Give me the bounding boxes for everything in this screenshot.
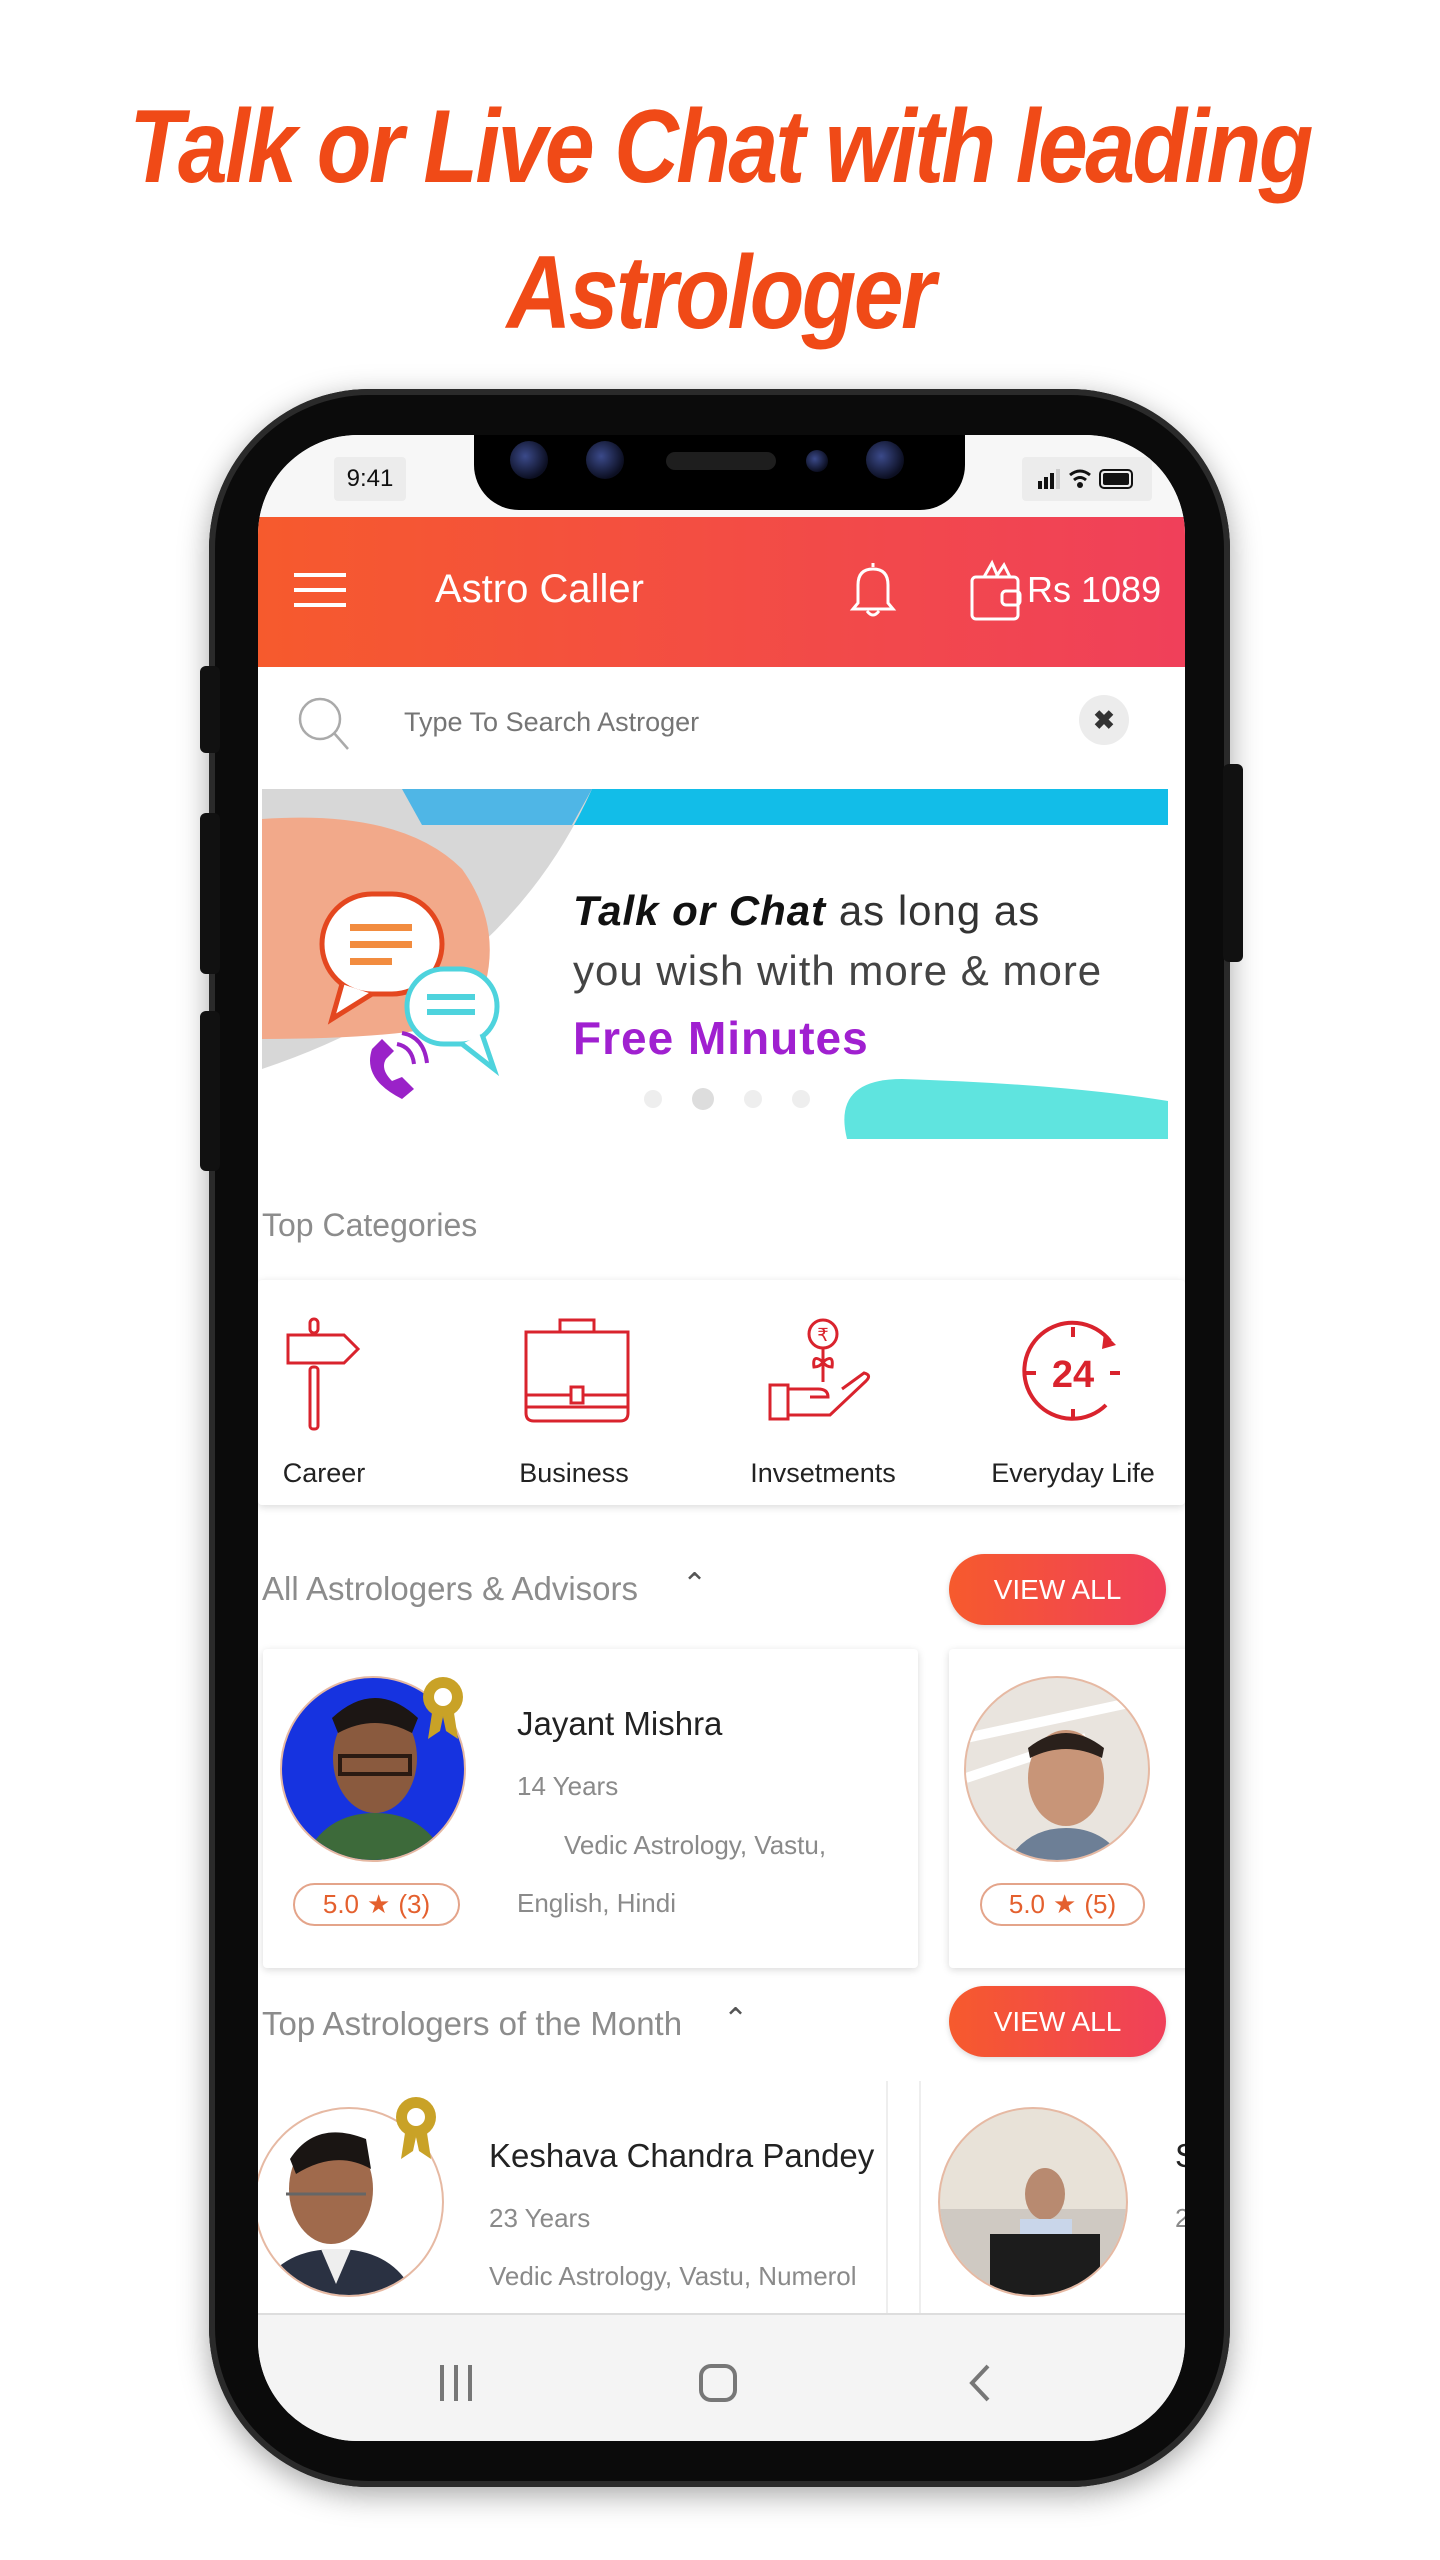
briefcase-icon[interactable] bbox=[522, 1317, 632, 1432]
review-count: (3) bbox=[398, 1889, 431, 1919]
phone-side-button bbox=[200, 666, 220, 753]
carousel-dot-active[interactable] bbox=[692, 1088, 714, 1110]
headline-line1: Talk or Live Chat with leading bbox=[129, 89, 1313, 205]
top-astrologer-card[interactable]: Keshava Chandra Pandey 23 Years Vedic As… bbox=[258, 2081, 888, 2313]
clear-search-button[interactable]: ✖ bbox=[1079, 695, 1129, 745]
system-nav-bar bbox=[258, 2313, 1185, 2441]
star-icon: ★ bbox=[367, 1889, 391, 1919]
camera-icon bbox=[586, 441, 624, 479]
sensor-icon bbox=[806, 450, 828, 472]
top-categories-title: Top Categories bbox=[262, 1207, 478, 1243]
recent-apps-icon[interactable] bbox=[436, 2363, 476, 2403]
award-badge-icon bbox=[396, 2097, 436, 2159]
carousel-dots bbox=[644, 1088, 810, 1110]
astrologer-card[interactable]: 5.0 ★ (3) Jayant Mishra 14 Years Vedic Ast… bbox=[263, 1649, 918, 1968]
category-business[interactable]: Business bbox=[449, 1458, 699, 1489]
svg-text:24: 24 bbox=[1052, 1354, 1094, 1396]
review-count: (5) bbox=[1084, 1889, 1117, 1919]
star-icon: ★ bbox=[1053, 1889, 1077, 1919]
signpost-icon[interactable] bbox=[284, 1317, 364, 1432]
astrologer-card[interactable]: 5.0 ★ (5) bbox=[949, 1649, 1185, 1968]
phone-screen: 9:41 Astro Caller Rs 1089 ✖ bbox=[258, 435, 1185, 2441]
wallet-icon[interactable] bbox=[968, 557, 1026, 623]
rating-pill: 5.0 ★ (5) bbox=[980, 1883, 1145, 1926]
camera-icon bbox=[866, 441, 904, 479]
banner-highlight: Free Minutes bbox=[573, 1012, 869, 1064]
astrologer-languages: English, Hindi bbox=[517, 1888, 676, 1918]
astrologer-skills: Vedic Astrology, Vastu, bbox=[564, 1830, 827, 1860]
phone-volume-down bbox=[200, 1011, 220, 1171]
category-career[interactable]: Career bbox=[258, 1458, 449, 1489]
status-time: 9:41 bbox=[334, 457, 406, 501]
home-icon[interactable] bbox=[698, 2363, 738, 2403]
top-astrologers-title: Top Astrologers of the Month bbox=[262, 2005, 683, 2042]
speaker-grille bbox=[666, 452, 776, 470]
app-title: Astro Caller bbox=[435, 567, 644, 611]
app-header: Astro Caller Rs 1089 bbox=[258, 517, 1185, 667]
money-plant-hand-icon[interactable]: ₹ bbox=[768, 1317, 878, 1432]
view-all-astrologers-button[interactable]: VIEW ALL bbox=[949, 1554, 1166, 1625]
banner-bold-text: Talk or Chat bbox=[573, 887, 827, 934]
promo-banner[interactable]: Talk or Chat as long as you wish with mo… bbox=[262, 789, 1168, 1139]
back-icon[interactable] bbox=[964, 2363, 996, 2403]
person-photo bbox=[940, 2168, 1126, 2295]
phone-volume-up bbox=[200, 813, 220, 974]
category-investments[interactable]: Invsetments bbox=[698, 1458, 948, 1489]
status-icons bbox=[1022, 457, 1152, 501]
rating-value: 5.0 bbox=[1008, 1889, 1046, 1919]
bell-icon[interactable] bbox=[848, 559, 898, 621]
notch bbox=[474, 435, 965, 510]
avatar bbox=[938, 2107, 1128, 2297]
astrologer-experience: 14 Years bbox=[517, 1771, 619, 1801]
top-astrologer-card[interactable]: S 2 bbox=[919, 2081, 1185, 2313]
all-astrologers-title: All Astrologers & Advisors bbox=[262, 1570, 638, 1607]
carousel-dot[interactable] bbox=[744, 1090, 762, 1108]
search-bar[interactable]: ✖ bbox=[258, 667, 1185, 777]
banner-line2: you wish with more & more bbox=[573, 947, 1103, 994]
collapse-chevron-icon[interactable]: ⌃ bbox=[723, 2002, 748, 2037]
astrologer-skills: Vedic Astrology, Vastu, Numerol bbox=[489, 2261, 857, 2291]
search-input[interactable] bbox=[404, 697, 1004, 747]
award-badge-icon bbox=[423, 1677, 463, 1739]
phone-power-button bbox=[1223, 764, 1243, 962]
signal-wifi-battery-icon bbox=[1038, 469, 1133, 489]
astrologer-name: Keshava Chandra Pandey bbox=[489, 2137, 875, 2174]
banner-line1-rest: as long as bbox=[826, 887, 1041, 934]
wallet-balance[interactable]: Rs 1089 bbox=[1027, 569, 1161, 611]
24-hours-icon[interactable]: 24 bbox=[1020, 1317, 1130, 1432]
astrologer-name: Jayant Mishra bbox=[517, 1705, 723, 1742]
view-all-top-astrologers-button[interactable]: VIEW ALL bbox=[949, 1986, 1166, 2057]
astrologer-experience: 23 Years bbox=[489, 2203, 591, 2233]
rating-pill: 5.0 ★ (3) bbox=[293, 1883, 460, 1926]
rating-value: 5.0 bbox=[322, 1889, 360, 1919]
astrologer-name-partial: S bbox=[1175, 2137, 1185, 2175]
carousel-dot[interactable] bbox=[644, 1090, 662, 1108]
headline-line2: Astrologer bbox=[506, 235, 936, 351]
menu-icon[interactable] bbox=[294, 567, 348, 613]
banner-line1: Talk or Chat as long as bbox=[573, 887, 1040, 935]
avatar bbox=[964, 1676, 1150, 1862]
svg-text:₹: ₹ bbox=[817, 1325, 828, 1346]
astrologer-experience-partial: 2 bbox=[1175, 2203, 1185, 2233]
category-everyday-life[interactable]: Everyday Life bbox=[948, 1458, 1185, 1489]
person-photo bbox=[966, 1693, 1148, 1860]
carousel-dot[interactable] bbox=[792, 1090, 810, 1108]
search-icon bbox=[298, 697, 349, 750]
collapse-chevron-icon[interactable]: ⌃ bbox=[682, 1567, 707, 1602]
camera-icon bbox=[510, 441, 548, 479]
